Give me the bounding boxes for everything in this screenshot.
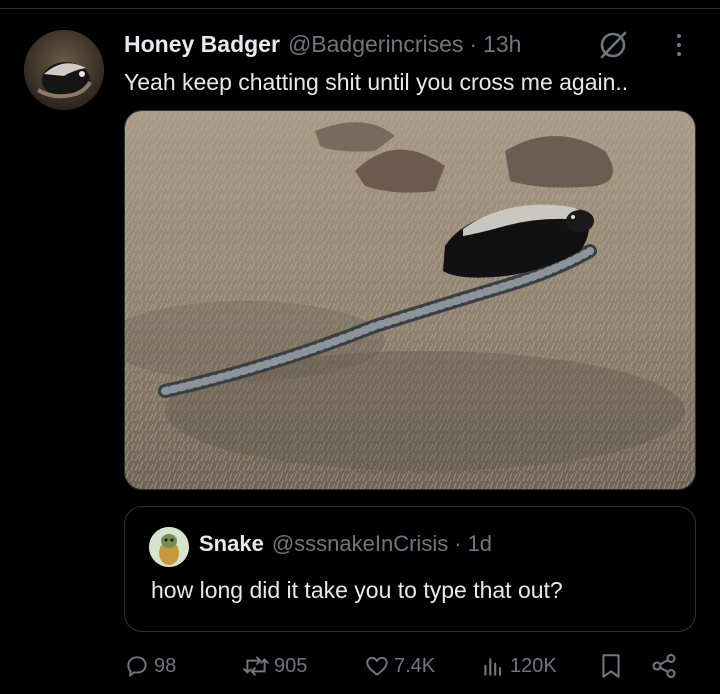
author-handle[interactable]: @Badgerincrises: [288, 31, 463, 58]
repost-count: 905: [274, 654, 308, 677]
top-divider: [0, 8, 720, 9]
tweet-text: Yeah keep chatting shit until you cross …: [124, 69, 629, 95]
quoted-text: how long did it take you to type that ou…: [151, 577, 563, 603]
tweet-timestamp[interactable]: 13h: [483, 31, 521, 58]
bookmark-button[interactable]: [598, 648, 624, 684]
repost-button[interactable]: 905: [242, 648, 307, 684]
quoted-tweet[interactable]: Snake @sssnakeInCrisis · 1d how long did…: [124, 506, 696, 632]
quoted-header: Snake @sssnakeInCrisis · 1d: [199, 531, 492, 557]
share-icon: [650, 652, 678, 680]
quoted-separator: ·: [454, 531, 462, 556]
like-button[interactable]: 7.4K: [364, 648, 435, 684]
quoted-author-avatar[interactable]: [149, 527, 189, 567]
like-count: 7.4K: [394, 654, 436, 677]
views-button[interactable]: 120K: [480, 648, 557, 684]
more-dot: [677, 52, 681, 56]
tweet-photo[interactable]: [124, 110, 696, 490]
tweet-header: Honey Badger @Badgerincrises · 13h: [124, 28, 594, 60]
grok-icon[interactable]: [596, 28, 630, 62]
reply-count: 98: [154, 654, 177, 677]
views-icon: [480, 653, 506, 679]
more-icon[interactable]: [666, 30, 692, 60]
author-name[interactable]: Honey Badger: [124, 31, 280, 58]
header-separator: ·: [469, 30, 478, 57]
repost-icon: [242, 653, 270, 679]
reply-button[interactable]: 98: [124, 648, 176, 684]
bookmark-icon: [598, 652, 624, 680]
more-dot: [677, 43, 681, 47]
author-avatar[interactable]: [24, 30, 104, 110]
quoted-timestamp[interactable]: 1d: [468, 531, 492, 557]
quoted-author-handle[interactable]: @sssnakeInCrisis: [272, 531, 448, 557]
quoted-author-name[interactable]: Snake: [199, 531, 264, 557]
action-bar: 98 905 7.4K 120K: [124, 648, 696, 684]
share-button[interactable]: [650, 648, 678, 684]
views-count: 120K: [510, 654, 557, 677]
reply-icon: [124, 653, 150, 679]
more-dot: [677, 34, 681, 38]
like-icon: [364, 653, 390, 679]
